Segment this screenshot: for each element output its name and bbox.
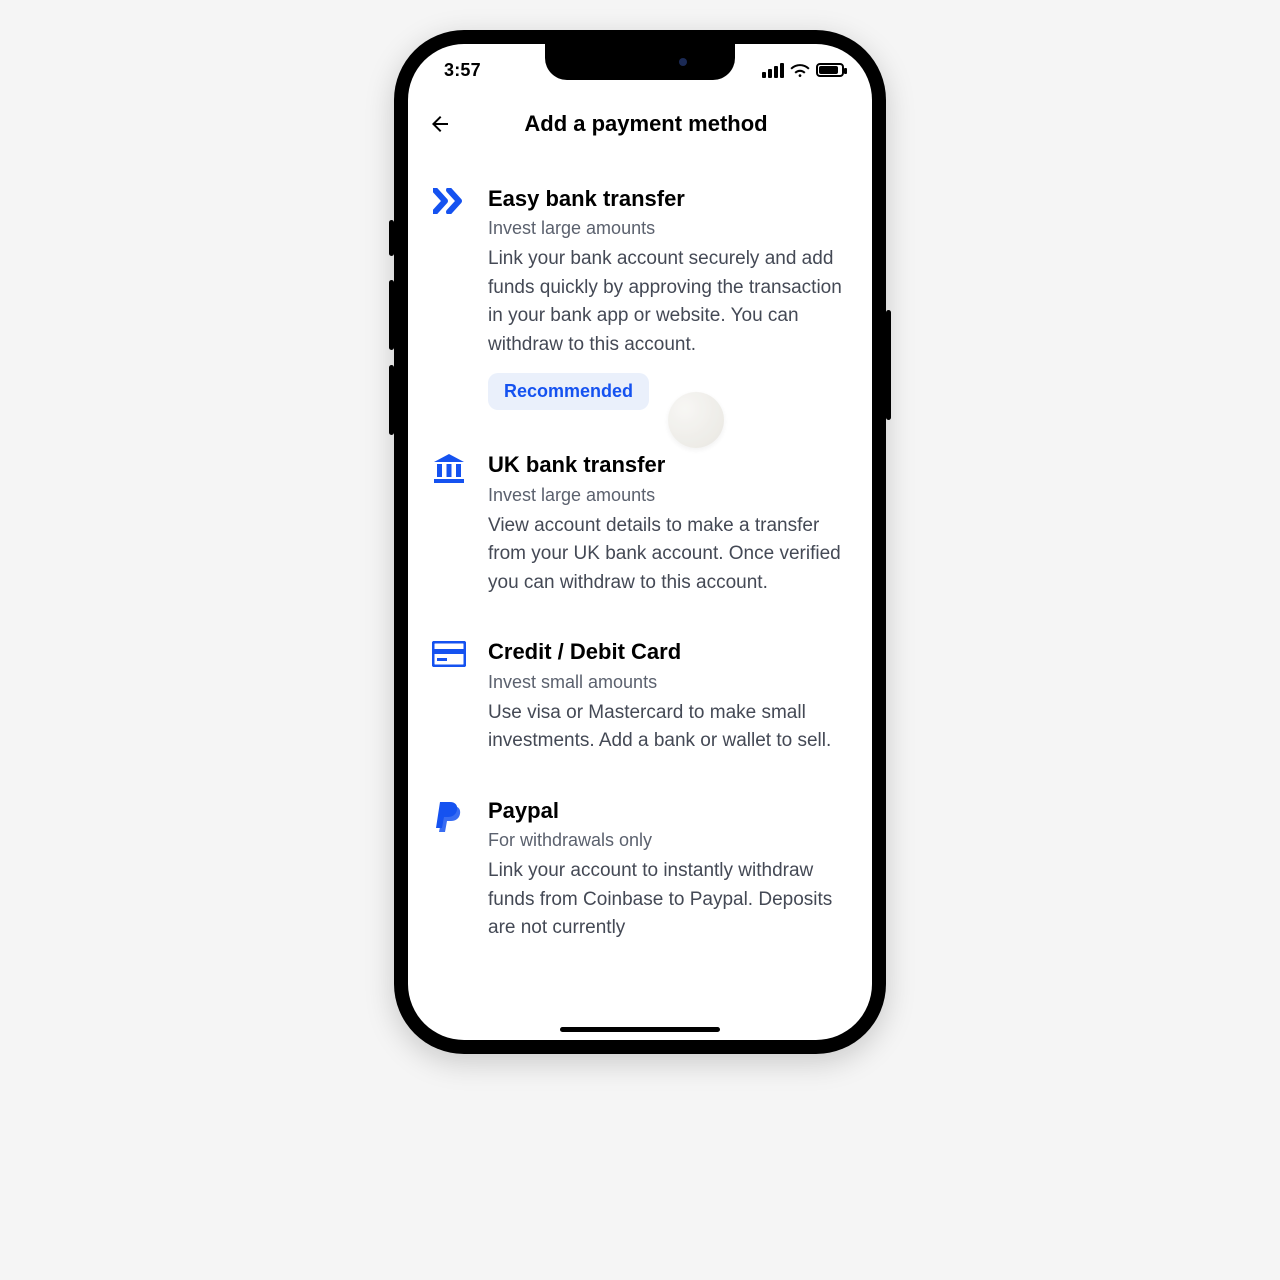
power-button: [886, 310, 891, 420]
battery-icon: [816, 63, 844, 77]
method-subtitle: Invest large amounts: [488, 218, 848, 239]
method-description: Link your account to instantly withdraw …: [488, 857, 848, 943]
wifi-icon: [790, 62, 810, 78]
bank-icon: [432, 452, 466, 484]
payment-methods-list: Easy bank transfer Invest large amounts …: [408, 154, 872, 1040]
method-subtitle: Invest small amounts: [488, 672, 848, 693]
phone-frame: 3:57 Add a payment: [394, 30, 886, 1054]
phone-screen: 3:57 Add a payment: [408, 44, 872, 1040]
paypal-icon: [432, 798, 466, 834]
method-title: Paypal: [488, 798, 848, 824]
method-subtitle: Invest large amounts: [488, 485, 848, 506]
side-button: [389, 220, 394, 256]
page-title: Add a payment method: [438, 111, 854, 137]
card-icon: [432, 639, 466, 667]
method-subtitle: For withdrawals only: [488, 830, 848, 851]
fast-forward-icon: [432, 186, 466, 214]
method-description: View account details to make a transfer …: [488, 512, 848, 598]
nav-header: Add a payment method: [408, 96, 872, 152]
touch-indicator: [668, 392, 724, 448]
method-title: Easy bank transfer: [488, 186, 848, 212]
cellular-signal-icon: [762, 63, 784, 78]
notch: [545, 44, 735, 80]
method-description: Use visa or Mastercard to make small inv…: [488, 699, 848, 756]
method-description: Link your bank account securely and add …: [488, 245, 848, 359]
method-credit-debit-card[interactable]: Credit / Debit Card Invest small amounts…: [432, 623, 848, 781]
method-title: UK bank transfer: [488, 452, 848, 478]
method-easy-bank-transfer[interactable]: Easy bank transfer Invest large amounts …: [432, 170, 848, 436]
recommended-badge: Recommended: [488, 373, 649, 410]
method-title: Credit / Debit Card: [488, 639, 848, 665]
volume-down-button: [389, 365, 394, 435]
volume-up-button: [389, 280, 394, 350]
status-time: 3:57: [444, 60, 481, 81]
method-paypal[interactable]: Paypal For withdrawals only Link your ac…: [432, 782, 848, 969]
home-indicator[interactable]: [560, 1027, 720, 1032]
method-uk-bank-transfer[interactable]: UK bank transfer Invest large amounts Vi…: [432, 436, 848, 623]
